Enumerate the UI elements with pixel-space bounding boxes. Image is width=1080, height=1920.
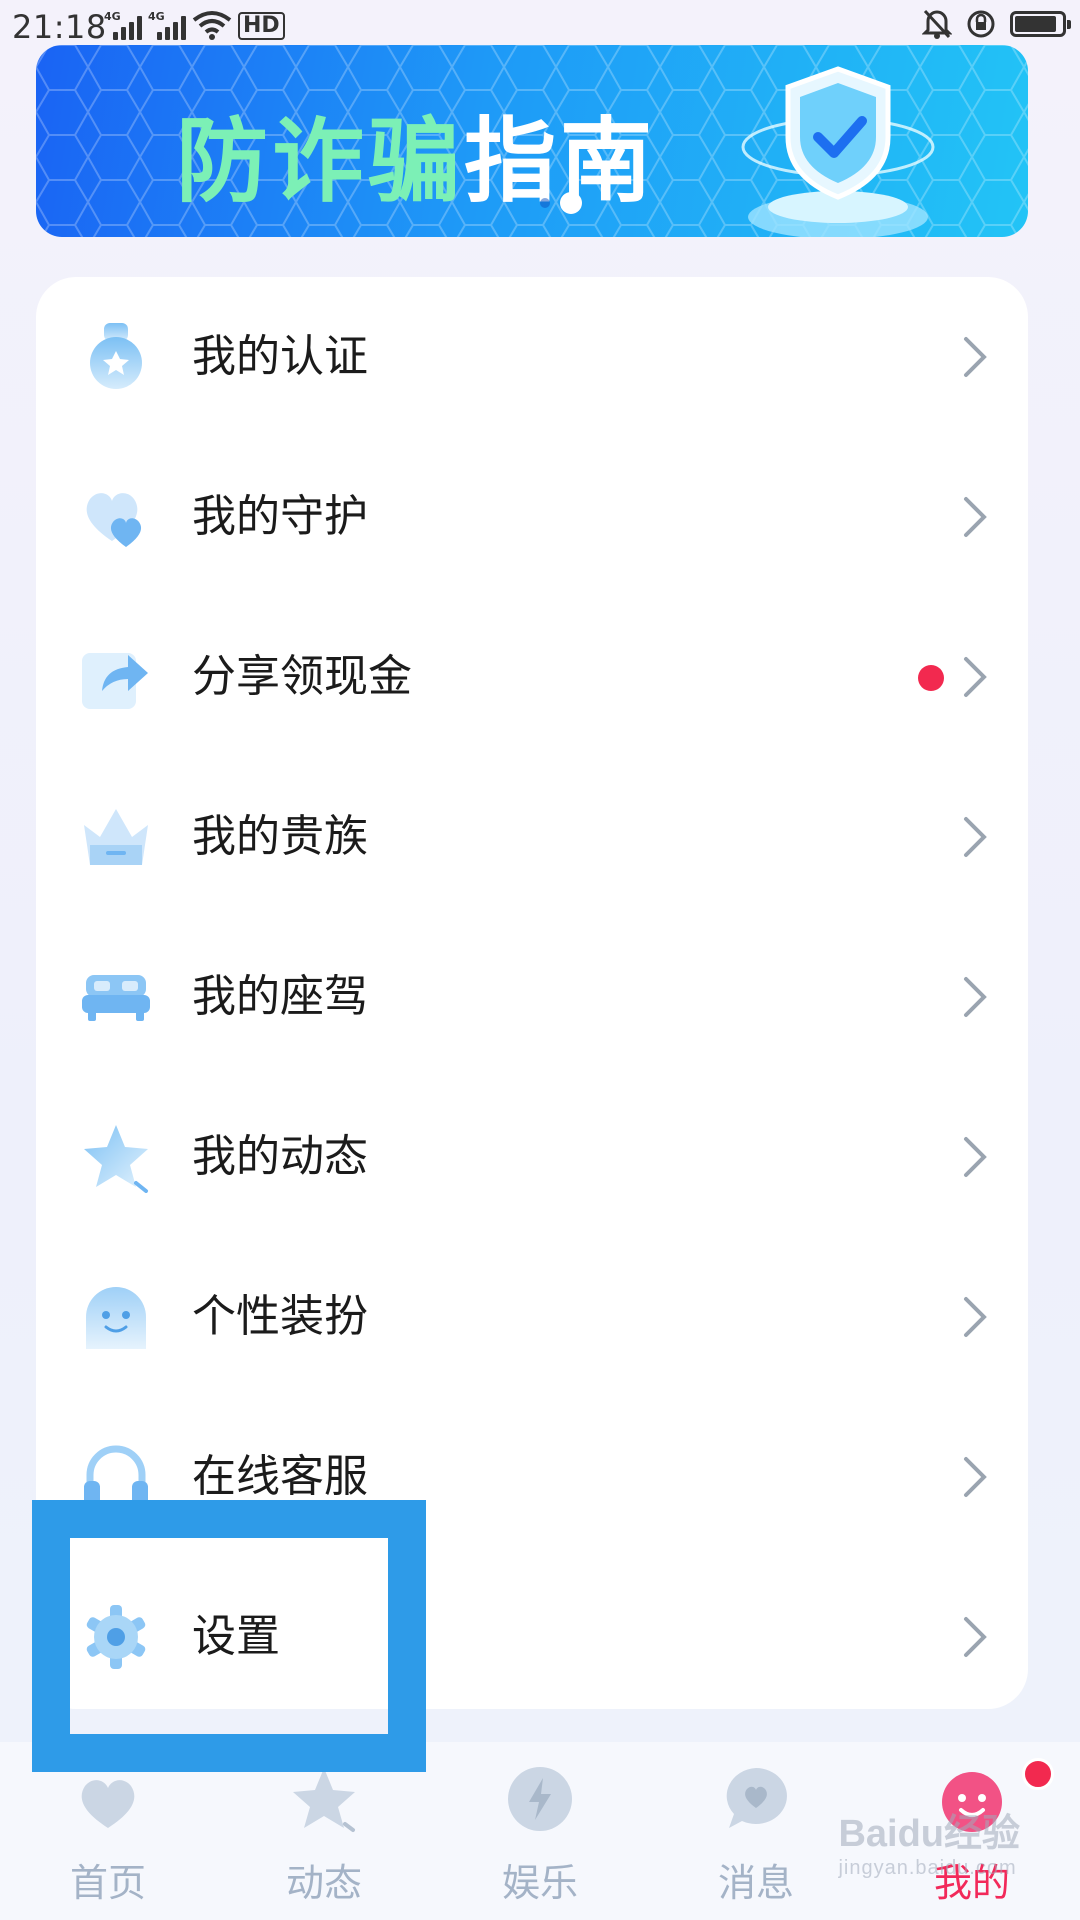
watermark-line2: jingyan.baidu.com — [838, 1857, 1017, 1879]
chevron-right-icon — [964, 1457, 987, 1497]
chevron-right-icon — [964, 657, 987, 697]
menu-item-label: 个性装扮 — [192, 1291, 368, 1342]
shield-check-icon — [741, 66, 935, 237]
bell-muted-icon — [922, 9, 952, 39]
nav-label: 娱乐 — [501, 1861, 578, 1905]
chevron-right-icon — [964, 337, 987, 377]
wifi-icon — [192, 11, 232, 40]
share-arrow-icon — [82, 653, 148, 709]
banner-title: 防诈骗指南 — [176, 87, 656, 220]
menu-item-guardian[interactable]: 我的守护 — [36, 437, 1028, 597]
chevron-right-icon — [964, 497, 987, 537]
notification-badge — [1022, 1758, 1054, 1790]
menu-item-share-cash[interactable]: 分享领现金 — [36, 597, 1028, 757]
baidu-watermark: Baidu经验 jingyan.baidu.com — [838, 1802, 1020, 1880]
carousel-dot[interactable] — [540, 198, 550, 208]
menu-item-label: 我的贵族 — [192, 811, 368, 862]
star-icon — [293, 1768, 355, 1832]
nav-label: 消息 — [717, 1861, 794, 1905]
nav-tab-entertainment[interactable]: 娱乐 — [432, 1742, 648, 1920]
chevron-right-icon — [964, 1617, 987, 1657]
hearts-icon — [86, 493, 142, 547]
nav-label: 首页 — [69, 1861, 146, 1905]
menu-item-certification[interactable]: 我的认证 — [36, 277, 1028, 437]
star-icon — [84, 1125, 148, 1193]
signal-icon: 4G — [104, 10, 142, 40]
battery-icon — [1010, 11, 1071, 37]
anti-fraud-banner[interactable]: 防诈骗指南 — [36, 45, 1028, 237]
watermark-line1: Baidu经验 — [838, 1813, 1020, 1855]
menu-item-label: 分享领现金 — [192, 651, 412, 702]
rotation-lock-icon — [967, 10, 995, 38]
menu-item-vehicle[interactable]: 我的座驾 — [36, 917, 1028, 1077]
carousel-indicator — [540, 192, 582, 214]
hd-voice-icon: HD — [238, 12, 285, 40]
network-indicators: 4G 4G HD — [104, 10, 285, 40]
menu-card: 我的认证 我的守护 分享领现金 我的贵族 我的座驾 我的动态 个性装扮 在线客服… — [36, 277, 1028, 1709]
notification-dot — [918, 665, 944, 691]
chevron-right-icon — [964, 1297, 987, 1337]
signal-icon: 4G — [148, 10, 186, 40]
car-icon — [82, 975, 150, 1021]
certification-badge-icon — [90, 323, 142, 389]
carousel-dot-active[interactable] — [560, 192, 582, 214]
menu-item-label: 我的座驾 — [192, 971, 368, 1022]
chevron-right-icon — [964, 817, 987, 857]
ghost-face-icon — [86, 1287, 146, 1349]
banner-title-green: 防诈骗 — [176, 108, 465, 215]
menu-item-label: 我的守护 — [192, 491, 368, 542]
menu-item-moments[interactable]: 我的动态 — [36, 1077, 1028, 1237]
menu-item-label: 我的动态 — [192, 1131, 368, 1182]
menu-item-label: 我的认证 — [192, 331, 368, 382]
chevron-right-icon — [964, 977, 987, 1017]
menu-item-nobility[interactable]: 我的贵族 — [36, 757, 1028, 917]
status-time: 21:18 — [12, 8, 107, 46]
chevron-right-icon — [964, 1137, 987, 1177]
menu-item-dressup[interactable]: 个性装扮 — [36, 1237, 1028, 1397]
crown-icon — [84, 809, 148, 865]
home-heart-icon — [81, 1780, 135, 1828]
nav-label: 动态 — [285, 1861, 362, 1905]
nav-tab-messages[interactable]: 消息 — [648, 1742, 864, 1920]
lightning-icon — [508, 1767, 572, 1831]
message-heart-icon — [726, 1768, 787, 1828]
highlight-box — [32, 1500, 426, 1772]
